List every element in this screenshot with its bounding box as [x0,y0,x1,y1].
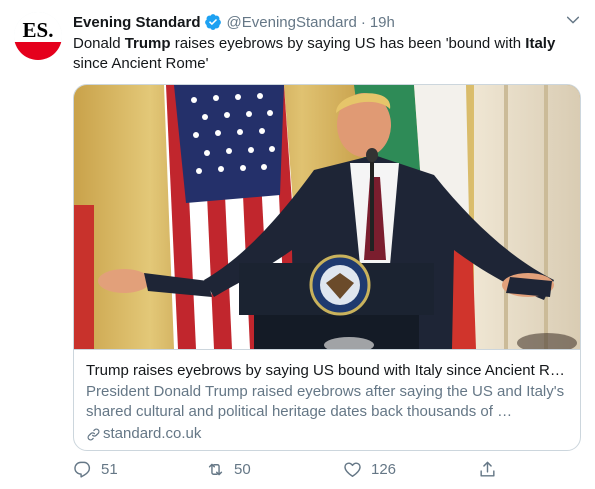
tweet-text: Donald Trump raises eyebrows by saying U… [73,34,578,74]
tweet[interactable]: ES. Evening Standard @EveningStandard · … [0,0,595,489]
tweet-text-part: raises eyebrows by saying US has been 'b… [170,35,526,52]
avatar[interactable]: ES. [14,12,62,60]
card-photo[interactable] [74,85,580,349]
tweet-text-bold: Trump [124,35,171,52]
retweet-icon [208,463,223,476]
card-info[interactable]: Trump raises eyebrows by saying US bound… [74,349,580,450]
verified-badge-icon [204,14,221,30]
card-domain[interactable]: standard.co.uk [86,424,568,444]
account-name[interactable]: Evening Standard [73,14,201,31]
link-card[interactable]: Trump raises eyebrows by saying US bound… [73,84,581,451]
like-count: 126 [371,461,397,478]
chevron-down-icon[interactable] [565,12,581,28]
card-domain-text: standard.co.uk [103,425,202,442]
reply-icon [74,461,91,478]
retweet-count: 50 [234,461,251,478]
retweet-button[interactable]: 50 [206,460,251,479]
reply-button[interactable]: 51 [73,460,118,479]
tweet-header: Evening Standard @EveningStandard · 19h [73,12,579,32]
tweet-timestamp[interactable]: 19h [370,14,395,31]
reply-count: 51 [101,461,118,478]
tweet-text-bold: Italy [525,35,556,52]
like-icon [344,462,361,477]
tweet-text-part: since Ancient Rome' [73,55,209,72]
card-title[interactable]: Trump raises eyebrows by saying US bound… [86,361,568,381]
link-icon [87,428,100,440]
account-handle[interactable]: @EveningStandard [227,14,357,31]
share-button[interactable] [478,460,506,479]
card-photo-illustration [74,85,580,349]
avatar-logo-text: ES. [22,18,54,42]
card-description: President Donald Trump raised eyebrows a… [86,383,565,420]
tweet-text-part: Donald [73,35,125,52]
share-icon [480,461,495,477]
like-button[interactable]: 126 [343,460,396,479]
separator-dot: · [360,13,366,31]
tweet-actions: 51 50 126 [73,460,578,482]
avatar-red-band [14,42,62,60]
